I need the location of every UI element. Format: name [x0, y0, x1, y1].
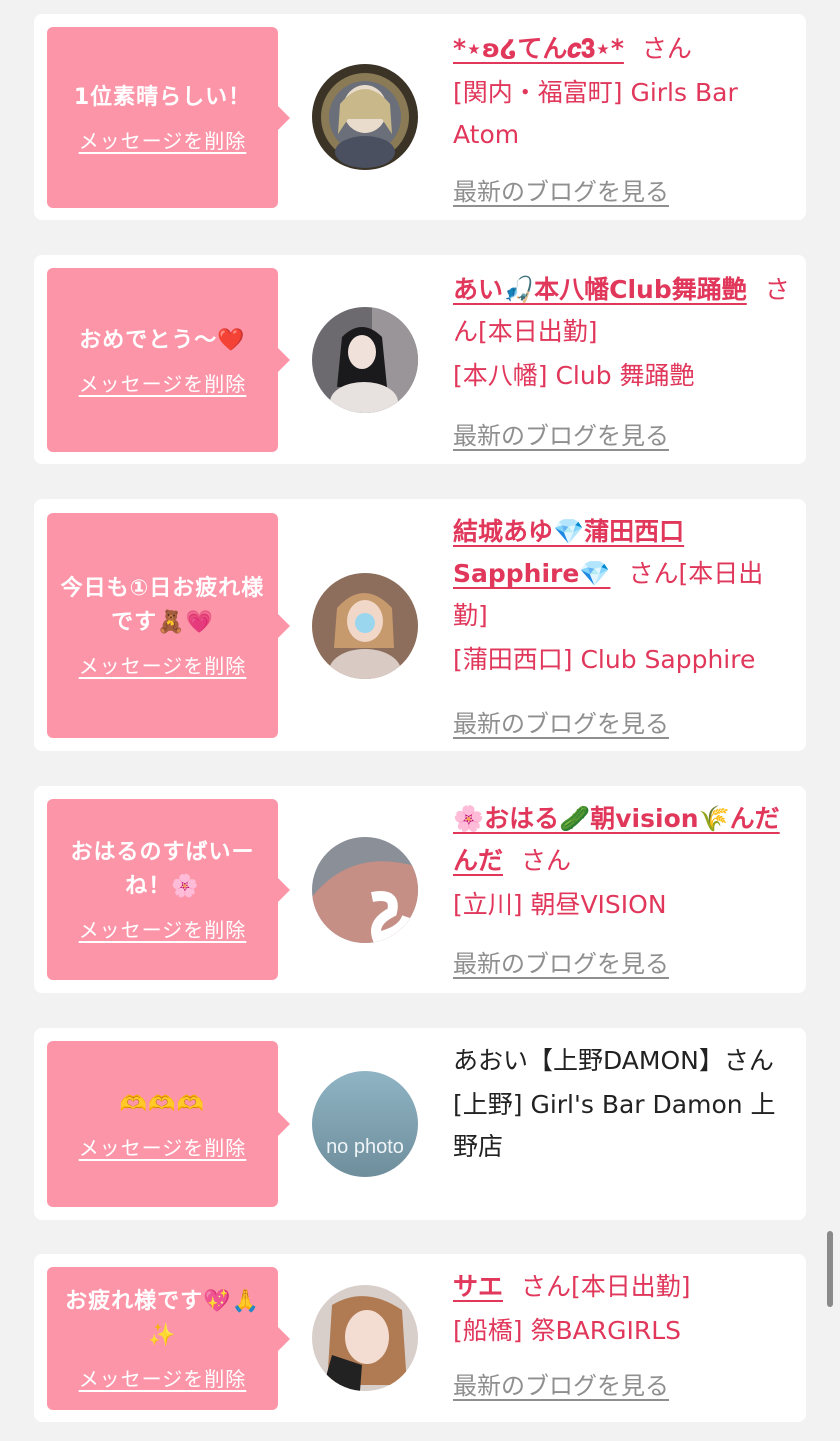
cast-info: あおい【上野DAMON】さん [上野] Girl's Bar Damon 上野店	[453, 1040, 793, 1168]
message-card: おはるのすばいーね！🌸 メッセージを削除 🌸おはる🥒朝vision🌾んだんだ さん…	[34, 786, 806, 993]
message-bubble: おはるのすばいーね！🌸 メッセージを削除	[47, 799, 290, 980]
delete-message-link[interactable]: メッセージを削除	[79, 650, 247, 679]
message-text: 🫶🫶🫶	[119, 1091, 206, 1117]
delete-message-link[interactable]: メッセージを削除	[79, 1132, 247, 1161]
shop-name: [船橋] 祭BARGIRLS	[453, 1316, 681, 1345]
delete-message-link[interactable]: メッセージを削除	[79, 1363, 247, 1392]
avatar[interactable]: no photo	[312, 1071, 418, 1177]
avatar[interactable]	[312, 64, 418, 170]
latest-blog-link[interactable]: 最新のブログを見る	[453, 416, 669, 451]
avatar[interactable]	[312, 307, 418, 413]
message-text: 1位素晴らしい！	[73, 85, 252, 110]
delete-message-link[interactable]: メッセージを削除	[79, 368, 247, 397]
message-bubble: おめでとう〜❤️ メッセージを削除	[47, 268, 290, 452]
shop-name: [立川] 朝昼VISION	[453, 890, 667, 919]
shop-name: [蒲田西口] Club Sapphire	[453, 645, 756, 674]
message-card: お疲れ様です💖🙏✨ メッセージを削除 サエ さん[本日出勤] [船橋] 祭BARG…	[34, 1254, 806, 1422]
avatar[interactable]	[312, 837, 418, 943]
avatar[interactable]	[312, 1285, 418, 1391]
cast-suffix: さん	[641, 34, 692, 63]
cast-info: 結城あゆ💎蒲田西口Sapphire💎 さん[本日出勤] [蒲田西口] Club S…	[453, 511, 793, 681]
cast-name-link[interactable]: 🌸おはる🥒朝vision🌾んだんだ	[453, 804, 780, 875]
message-bubble: 今日も①日お疲れ様です🧸💗 メッセージを削除	[47, 513, 290, 738]
cast-suffix: さん[本日出勤]	[521, 1272, 691, 1301]
message-bubble: 1位素晴らしい！ メッセージを削除	[47, 27, 290, 208]
latest-blog-link[interactable]: 最新のブログを見る	[453, 704, 669, 739]
message-text: おはるのすばいーね！🌸	[70, 840, 255, 899]
cast-name-link[interactable]: *⋆ʚ໒てん𝒄𝟑⋆*	[453, 34, 624, 63]
no-photo-label: no photo	[326, 1136, 404, 1158]
message-card: 1位素晴らしい！ メッセージを削除 *⋆ʚ໒てん𝒄𝟑⋆* さん [関内・福富町] …	[34, 14, 806, 220]
delete-message-link[interactable]: メッセージを削除	[79, 914, 247, 943]
message-text: 今日も①日お疲れ様です🧸💗	[60, 576, 265, 635]
shop-name: [上野] Girl's Bar Damon 上野店	[453, 1090, 776, 1161]
cast-info: サエ さん[本日出勤] [船橋] 祭BARGIRLS	[453, 1266, 793, 1352]
cast-info: 🌸おはる🥒朝vision🌾んだんだ さん [立川] 朝昼VISION	[453, 798, 793, 926]
latest-blog-link[interactable]: 最新のブログを見る	[453, 1366, 669, 1401]
cast-name: あおい【上野DAMON】さん	[453, 1046, 774, 1075]
delete-message-link[interactable]: メッセージを削除	[79, 125, 247, 154]
message-bubble: お疲れ様です💖🙏✨ メッセージを削除	[47, 1267, 290, 1410]
message-text: おめでとう〜❤️	[79, 327, 246, 353]
message-bubble: 🫶🫶🫶 メッセージを削除	[47, 1041, 290, 1207]
cast-info: *⋆ʚ໒てん𝒄𝟑⋆* さん [関内・福富町] Girls Bar Atom	[453, 28, 793, 156]
avatar[interactable]	[312, 573, 418, 679]
latest-blog-link[interactable]: 最新のブログを見る	[453, 172, 669, 207]
cast-suffix: さん	[521, 846, 572, 875]
cast-info: あい🎣本八幡Club舞踊艶 さん[本日出勤] [本八幡] Club 舞踊艶	[453, 269, 793, 397]
latest-blog-link[interactable]: 最新のブログを見る	[453, 944, 669, 979]
message-text: お疲れ様です💖🙏✨	[65, 1289, 260, 1348]
message-card: おめでとう〜❤️ メッセージを削除 あい🎣本八幡Club舞踊艶 さん[本日出勤] …	[34, 255, 806, 464]
message-card: 今日も①日お疲れ様です🧸💗 メッセージを削除 結城あゆ💎蒲田西口Sapphire…	[34, 499, 806, 751]
scrollbar[interactable]	[827, 1231, 833, 1307]
message-card: 🫶🫶🫶 メッセージを削除 no photo あおい【上野DAMON】さん [上野…	[34, 1028, 806, 1220]
shop-name: [本八幡] Club 舞踊艶	[453, 361, 695, 390]
cast-name-link[interactable]: あい🎣本八幡Club舞踊艶	[453, 275, 747, 304]
shop-name: [関内・福富町] Girls Bar Atom	[453, 78, 738, 149]
cast-name-link[interactable]: サエ	[453, 1272, 503, 1301]
